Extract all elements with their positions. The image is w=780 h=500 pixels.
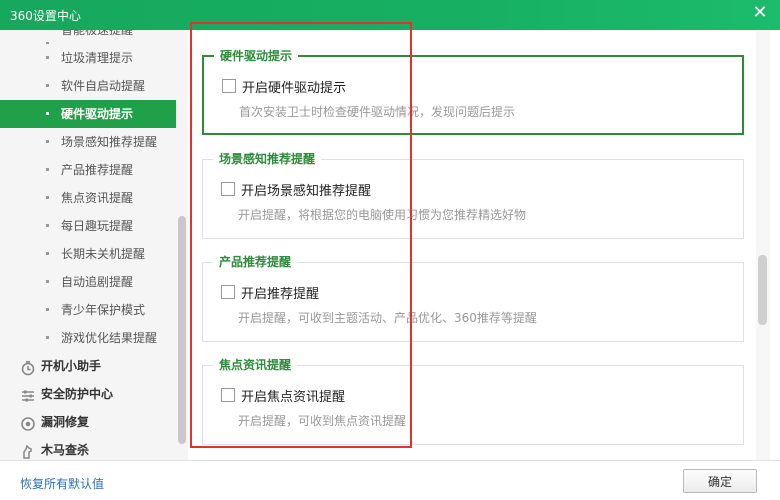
- bullet-icon: [46, 336, 49, 339]
- option-description: 开启提醒，可收到焦点资讯提醒: [238, 414, 407, 428]
- sidebar-subitem-label: 青少年保护模式: [61, 303, 146, 317]
- option-checkbox[interactable]: [221, 285, 235, 299]
- group-title: 硬件驱动提示: [214, 48, 299, 64]
- option-checkbox-label[interactable]: 开启场景感知推荐提醒: [241, 180, 371, 199]
- option-checkbox[interactable]: [221, 388, 235, 402]
- option-checkbox[interactable]: [222, 79, 236, 93]
- option-checkbox-label[interactable]: 开启推荐提醒: [241, 283, 319, 302]
- sidebar-subitem[interactable]: 硬件驱动提示: [0, 100, 176, 128]
- content-scrollbar-thumb[interactable]: [758, 255, 767, 325]
- sidebar-subitem-label: 智能极速提醒: [61, 30, 134, 37]
- option-checkbox-row[interactable]: 开启硬件驱动提示: [222, 77, 346, 96]
- bullet-icon: [46, 168, 49, 171]
- sidebar-scrollbar-thumb[interactable]: [178, 216, 186, 444]
- sidebar-subitem-label: 每日趣玩提醒: [61, 219, 134, 233]
- timer-icon: [20, 358, 36, 376]
- trojan-icon: [20, 442, 36, 459]
- sidebar-subitem[interactable]: 自动追剧提醒: [0, 268, 176, 296]
- group-title: 场景感知推荐提醒: [213, 151, 322, 167]
- sidebar-subitem-label: 软件自启动提醒: [61, 79, 146, 93]
- sidebar-subitem-label: 焦点资讯提醒: [61, 191, 134, 205]
- option-checkbox-row[interactable]: 开启推荐提醒: [221, 283, 319, 302]
- sidebar-subitem[interactable]: 产品推荐提醒: [0, 156, 176, 184]
- sidebar-subitem[interactable]: 智能极速提醒: [0, 30, 176, 44]
- sidebar-subitem[interactable]: 场景感知推荐提醒: [0, 128, 176, 156]
- bullet-icon: [46, 280, 49, 283]
- option-checkbox[interactable]: [221, 182, 235, 196]
- option-checkbox-row[interactable]: 开启场景感知推荐提醒: [221, 180, 371, 199]
- sidebar-subitem[interactable]: 焦点资讯提醒: [0, 184, 176, 212]
- sidebar-subitem-label: 产品推荐提醒: [61, 163, 134, 177]
- restore-defaults-link[interactable]: 恢复所有默认值: [20, 475, 104, 492]
- sidebar-category-label: 安全防护中心: [41, 387, 114, 401]
- sidebar-subitem-label: 游戏优化结果提醒: [61, 331, 158, 345]
- bullet-icon: [46, 56, 49, 59]
- sidebar-subitem-label: 垃圾清理提示: [61, 51, 134, 65]
- sidebar-subitem-label: 长期未关机提醒: [61, 247, 146, 261]
- bullet-icon: [46, 196, 49, 199]
- sidebar-subitem[interactable]: 长期未关机提醒: [0, 240, 176, 268]
- sidebar-category-label: 开机小助手: [41, 359, 102, 373]
- settings-group: 场景感知推荐提醒开启场景感知推荐提醒开启提醒，将根据您的电脑使用习惯为您推荐精选…: [202, 151, 744, 239]
- group-title: 焦点资讯提醒: [213, 357, 298, 373]
- title-bar: 360设置中心 ✕: [0, 0, 780, 30]
- sidebar-category[interactable]: 漏洞修复: [0, 408, 176, 436]
- option-description: 开启提醒，可收到主题活动、产品优化、360推荐等提醒: [238, 311, 537, 325]
- sidebar-category[interactable]: 安全防护中心: [0, 380, 176, 408]
- sidebar-category-label: 木马查杀: [41, 443, 90, 457]
- footer: 恢复所有默认值 确定: [0, 460, 780, 500]
- settings-content: 硬件驱动提示开启硬件驱动提示首次安装卫士时检查硬件驱动情况，发现问题后提示场景感…: [188, 30, 756, 460]
- sidebar-category-label: 漏洞修复: [41, 415, 90, 429]
- bullet-icon: [46, 112, 49, 115]
- close-icon[interactable]: ✕: [750, 3, 770, 23]
- bullet-icon: [46, 224, 49, 227]
- option-checkbox-label[interactable]: 开启焦点资讯提醒: [241, 386, 345, 405]
- sidebar-subitem[interactable]: 每日趣玩提醒: [0, 212, 176, 240]
- content-scrollbar[interactable]: [756, 30, 770, 460]
- settings-group: 产品推荐提醒开启推荐提醒开启提醒，可收到主题活动、产品优化、360推荐等提醒: [202, 254, 744, 342]
- sliders-icon: [20, 386, 36, 402]
- bullet-icon: [46, 84, 49, 87]
- ok-button[interactable]: 确定: [683, 469, 757, 493]
- settings-group: 焦点资讯提醒开启焦点资讯提醒开启提醒，可收到焦点资讯提醒: [202, 357, 744, 445]
- sidebar-subitem-label: 自动追剧提醒: [61, 275, 134, 289]
- bullet-icon: [46, 140, 49, 143]
- sidebar-subitem[interactable]: 青少年保护模式: [0, 296, 176, 324]
- sidebar-subitem[interactable]: 软件自启动提醒: [0, 72, 176, 100]
- sidebar-subitem[interactable]: 游戏优化结果提醒: [0, 324, 176, 352]
- sidebar: 智能极速提醒垃圾清理提示 软件自启动提醒 硬件驱动提示场景感知推荐提醒 产品推荐提醒焦…: [0, 30, 176, 460]
- option-description: 开启提醒，将根据您的电脑使用习惯为您推荐精选好物: [238, 208, 527, 222]
- bullet-icon: [46, 252, 49, 255]
- sidebar-subitem-label: 场景感知推荐提醒: [61, 135, 158, 149]
- bullet-icon: [46, 308, 49, 311]
- sidebar-subitem[interactable]: 垃圾清理提示: [0, 44, 176, 72]
- patch-icon: [20, 414, 36, 431]
- sidebar-subitem-label: 硬件驱动提示: [61, 107, 134, 121]
- group-title: 产品推荐提醒: [213, 254, 298, 270]
- sidebar-category[interactable]: 木马查杀: [0, 436, 176, 460]
- sidebar-category[interactable]: 开机小助手: [0, 352, 176, 380]
- option-checkbox-label[interactable]: 开启硬件驱动提示: [242, 77, 346, 96]
- sidebar-scrollbar[interactable]: [176, 30, 188, 460]
- settings-group: 硬件驱动提示开启硬件驱动提示首次安装卫士时检查硬件驱动情况，发现问题后提示: [202, 48, 744, 135]
- window-title: 360设置中心: [10, 9, 81, 23]
- option-description: 首次安装卫士时检查硬件驱动情况，发现问题后提示: [239, 105, 516, 119]
- option-checkbox-row[interactable]: 开启焦点资讯提醒: [221, 386, 345, 405]
